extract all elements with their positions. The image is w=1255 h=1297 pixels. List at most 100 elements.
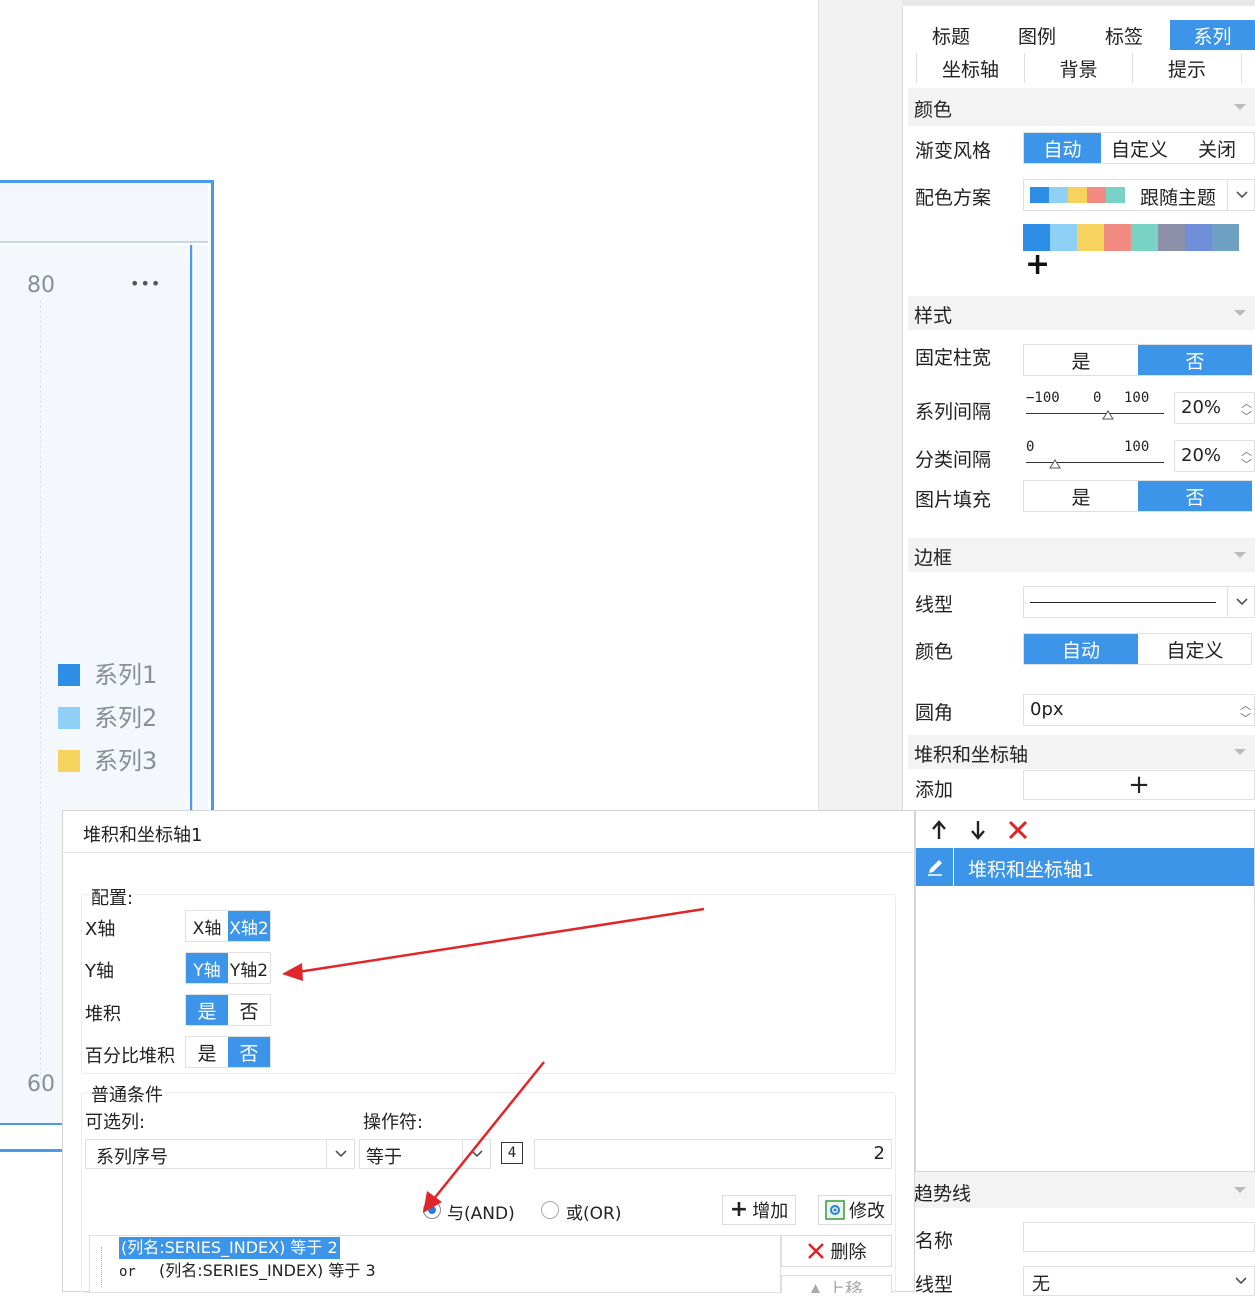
tab-background[interactable]: 背景 [1024,53,1132,83]
section-stack-header[interactable]: 堆积和坐标轴 [908,735,1255,769]
edit-pencil-icon[interactable] [916,848,954,886]
stack-list-item[interactable]: 堆积和坐标轴1 [916,848,1254,886]
legend-swatch-1 [58,664,80,686]
operator-label: 操作符: [363,1112,424,1133]
swatch-5[interactable] [1131,224,1158,251]
section-style-header[interactable]: 样式 [908,296,1255,330]
y-axis-tick-80: 80 [27,273,55,298]
column-select[interactable]: 系列序号 [85,1139,355,1169]
tab-title[interactable]: 标题 [910,20,992,50]
spinner-down-icon[interactable]: ﹀ [1241,456,1252,472]
collapse-arrow-icon[interactable] [1234,310,1246,316]
section-border-title: 边框 [914,547,953,569]
y-axis-segment: Y轴 Y轴2 [185,952,271,984]
line-type-select[interactable] [1023,586,1255,618]
spinner-down-icon[interactable]: ﹀ [1240,710,1251,726]
condition-row-2[interactable]: or (列名:SERIES_INDEX) 等于 3 [119,1260,376,1282]
add-condition-button[interactable]: + 增加 [722,1195,796,1225]
swatch-7[interactable] [1185,224,1212,251]
dialog-title: 堆积和坐标轴1 [83,825,203,846]
gradient-off-option[interactable]: 关闭 [1178,133,1255,163]
modify-condition-button[interactable]: 修改 [818,1195,892,1225]
add-color-plus-icon[interactable]: + [1025,248,1050,282]
stack-no[interactable]: 否 [228,995,270,1025]
trend-name-input[interactable] [1023,1222,1255,1252]
radius-spinner[interactable]: 0px ︿ ﹀ [1023,694,1255,726]
tab-tooltip[interactable]: 提示 [1132,53,1242,83]
collapse-arrow-icon[interactable] [1234,552,1246,558]
gradient-style-segment: 自动 自定义 关闭 [1023,132,1255,164]
gradient-auto-option[interactable]: 自动 [1024,133,1101,163]
collapse-arrow-icon[interactable] [1234,749,1246,755]
section-color-header[interactable]: 颜色 [908,88,1255,126]
scheme-preview [1030,187,1125,203]
section-trend-header[interactable]: 趋势线 [908,1172,1255,1208]
y-axis-option-2[interactable]: Y轴2 [228,953,270,983]
radius-label: 圆角 [915,702,954,724]
delete-x-icon[interactable] [1007,819,1029,841]
border-color-segment: 自动 自定义 [1023,633,1252,665]
add-condition-label: 增加 [752,1201,789,1222]
x-axis-option-2[interactable]: X轴2 [228,911,270,941]
and-radio-label: 与(AND) [447,1204,515,1224]
operator-select[interactable]: 等于 [359,1139,491,1169]
dropdown-button[interactable] [1227,1267,1255,1295]
tab-labels[interactable]: 标签 [1082,20,1166,50]
tab-series[interactable]: 系列 [1170,20,1255,50]
delete-condition-button[interactable]: 删除 [781,1235,892,1267]
tab-legend[interactable]: 图例 [996,20,1078,50]
value-input[interactable]: 2 [534,1139,892,1169]
color-scheme-label: 配色方案 [915,187,992,209]
gradient-custom-option[interactable]: 自定义 [1101,133,1178,163]
stack-yes[interactable]: 是 [186,995,228,1025]
collapse-arrow-icon[interactable] [1234,104,1246,110]
slider-thumb-icon[interactable] [1102,410,1114,420]
category-gap-slider[interactable]: 0 100 [1026,439,1166,473]
and-radio[interactable] [423,1201,441,1219]
spinner-down-icon[interactable]: ﹀ [1241,408,1252,424]
add-stack-button[interactable]: + [1023,770,1255,800]
move-up-condition-button[interactable]: ▲ 上移 [781,1275,892,1293]
series-gap-slider[interactable]: −100 0 100 [1026,390,1166,424]
panel-gutter [818,0,902,810]
stack-list-item-label: 堆积和坐标轴1 [968,859,1095,881]
dropdown-button[interactable] [462,1140,490,1168]
image-fill-no[interactable]: 否 [1138,481,1252,511]
condition-row-1[interactable]: (列名:SERIES_INDEX) 等于 2 [119,1237,340,1259]
more-icon[interactable]: ••• [130,274,161,293]
border-color-custom[interactable]: 自定义 [1138,634,1252,664]
tab-axis[interactable]: 坐标轴 [916,53,1024,83]
chevron-down-icon [1235,1277,1247,1285]
dropdown-button[interactable] [1227,587,1255,617]
series-gap-spinner[interactable]: 20% ︿ ﹀ [1174,392,1255,424]
dropdown-button[interactable] [1227,180,1255,210]
move-down-arrow-icon[interactable] [969,819,987,841]
stack-segment: 是 否 [185,994,271,1026]
column-label: 可选列: [85,1112,146,1133]
swatch-8[interactable] [1212,224,1239,251]
collapse-arrow-icon[interactable] [1234,1187,1246,1193]
swatch-2[interactable] [1050,224,1077,251]
fixed-width-no[interactable]: 否 [1138,345,1252,375]
color-scheme-select[interactable]: 跟随主题 [1023,179,1255,211]
move-up-arrow-icon[interactable] [930,819,948,841]
swatch-4[interactable] [1104,224,1131,251]
fixed-width-yes[interactable]: 是 [1024,345,1138,375]
percent-stack-yes[interactable]: 是 [186,1037,228,1067]
category-gap-spinner[interactable]: 20% ︿ ﹀ [1174,440,1255,472]
x-axis-option-1[interactable]: X轴 [186,911,228,941]
percent-stack-no[interactable]: 否 [228,1037,270,1067]
section-border-header[interactable]: 边框 [908,538,1255,572]
stack-list-panel: 堆积和坐标轴1 [915,810,1255,1172]
parameter-type-icon[interactable]: 4 [501,1142,523,1164]
radius-value: 0px [1030,699,1064,720]
swatch-3[interactable] [1077,224,1104,251]
slider-thumb-icon[interactable] [1049,459,1061,469]
image-fill-yes[interactable]: 是 [1024,481,1138,511]
dropdown-button[interactable] [326,1140,354,1168]
section-stack-title: 堆积和坐标轴 [914,744,1029,766]
border-color-auto[interactable]: 自动 [1024,634,1138,664]
or-radio[interactable] [541,1201,559,1219]
swatch-6[interactable] [1158,224,1185,251]
y-axis-option-1[interactable]: Y轴 [186,953,228,983]
